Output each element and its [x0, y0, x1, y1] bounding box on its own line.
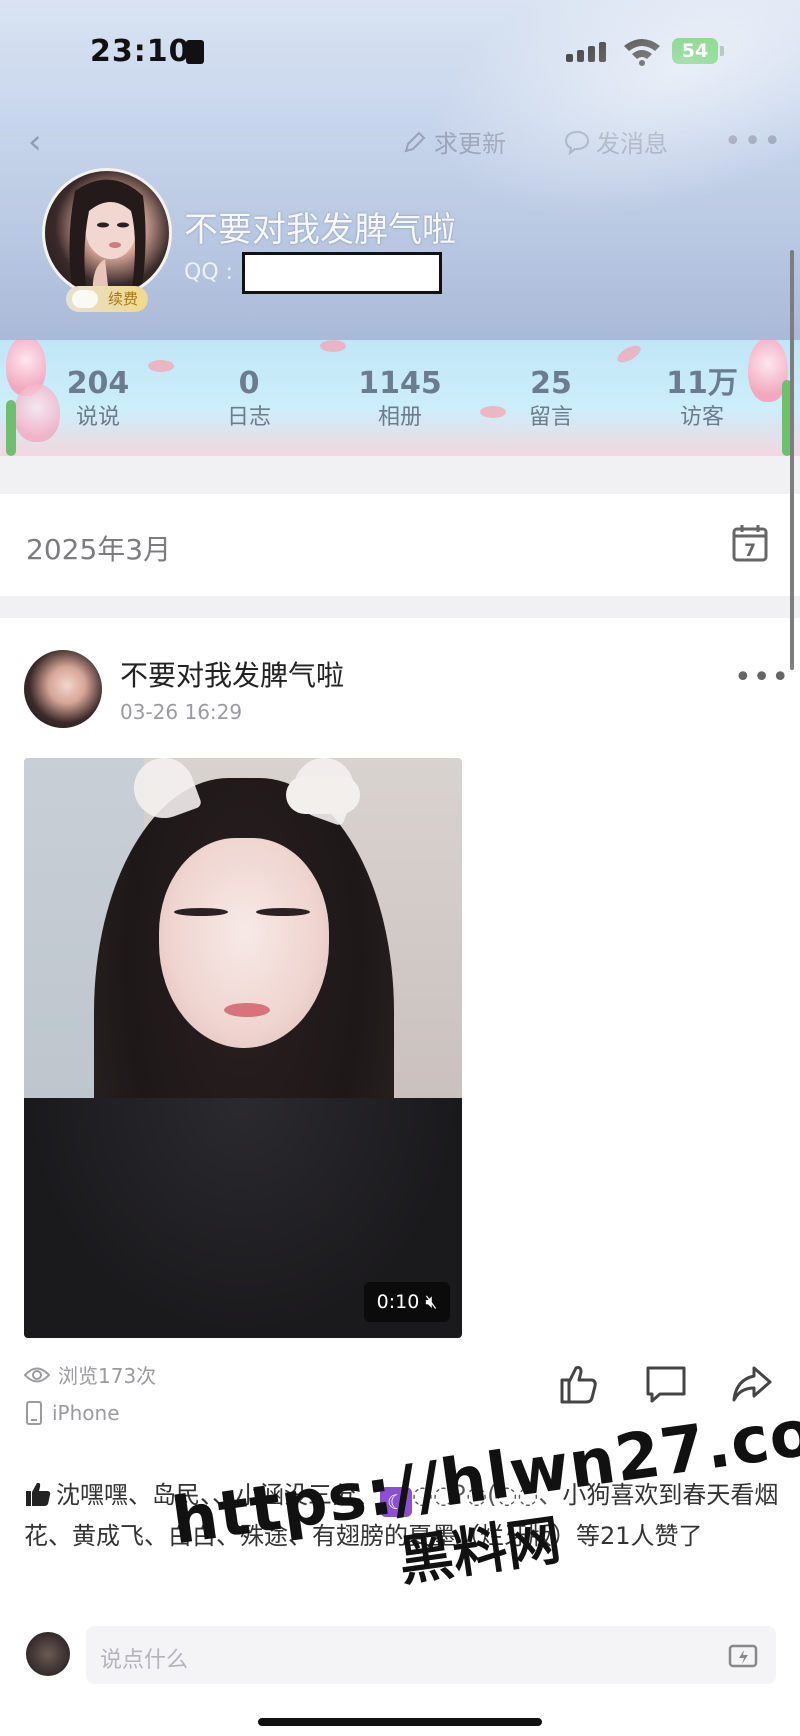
back-icon[interactable]: ‹ [28, 122, 58, 162]
stat-label: 相册 [377, 405, 422, 430]
video-duration-badge[interactable]: 0:10 🔇︎ [364, 1282, 450, 1322]
post-video[interactable]: 0:10 🔇︎ [24, 758, 462, 1338]
stat-posts[interactable]: 204 说说 [38, 366, 158, 434]
vip-renew-label: 续费 [107, 290, 138, 308]
comment-bar: 说点什么 [0, 1618, 800, 1698]
comment-placeholder: 说点什么 [100, 1648, 189, 1673]
stat-messages[interactable]: 25 留言 [491, 366, 611, 434]
qq-number-label: QQ : [184, 260, 234, 285]
eye-icon [24, 1367, 50, 1382]
stat-visitors[interactable]: 11万 访客 [642, 366, 762, 434]
petal-decoration [320, 340, 346, 352]
month-header: 2025年3月 7 [0, 494, 800, 596]
stat-label: 访客 [679, 405, 724, 430]
profile-name: 不要对我发脾气啦 [184, 210, 456, 250]
cellular-signal-icon [566, 40, 610, 62]
stats-banner: 204 说说 0 日志 1145 相册 25 留言 11万 访客 [0, 340, 800, 456]
stat-albums[interactable]: 1145 相册 [340, 366, 460, 434]
qq-number-redaction [242, 252, 442, 294]
request-update-label: 求更新 [434, 130, 506, 158]
status-time: 23:10 [90, 34, 191, 69]
profile-avatar[interactable] [42, 168, 172, 298]
profile-header: 23:10 54 ‹ 求更新 发消息 ••• 续费 不要对我发脾气啦 QQ: [0, 0, 800, 340]
request-update-button[interactable]: 求更新 [402, 124, 506, 159]
focus-icon [186, 40, 204, 64]
vip-level-icon [72, 290, 98, 308]
top-nav: ‹ 求更新 发消息 ••• [0, 112, 800, 172]
stat-value: 0 [238, 366, 260, 401]
video-duration: 0:10 [376, 1291, 420, 1313]
stat-label: 说说 [75, 405, 120, 430]
view-count: 浏览173次 [58, 1364, 157, 1388]
post-author-name[interactable]: 不要对我发脾气啦 [120, 654, 344, 694]
comment-input[interactable] [86, 1626, 776, 1684]
share-icon[interactable] [730, 1362, 774, 1406]
home-indicator[interactable] [258, 1718, 542, 1726]
phone-icon [26, 1401, 42, 1425]
pencil-icon [404, 131, 426, 152]
stat-value: 11万 [666, 366, 738, 401]
like-icon[interactable] [556, 1362, 600, 1406]
status-bar: 23:10 54 [0, 0, 800, 100]
stat-label: 日志 [226, 405, 271, 430]
video-subject-eye [256, 908, 310, 916]
avatar-portrait [69, 179, 146, 295]
send-message-button[interactable]: 发消息 [564, 124, 668, 159]
comment-icon[interactable] [644, 1362, 688, 1406]
video-subject-eye [174, 908, 228, 916]
stat-label: 留言 [528, 405, 573, 430]
calendar-icon[interactable]: 7 [732, 524, 768, 562]
post-timestamp: 03-26 16:29 [120, 700, 243, 724]
stat-value: 1145 [358, 366, 442, 401]
post-author-avatar[interactable] [24, 650, 102, 728]
current-user-avatar [26, 1632, 70, 1676]
month-label: 2025年3月 [26, 533, 172, 566]
leaf-decoration [6, 400, 16, 456]
vip-renew-badge[interactable]: 续费 [66, 286, 148, 312]
battery-tip [720, 46, 724, 56]
send-message-label: 发消息 [596, 130, 668, 158]
video-subject-lips [224, 1003, 270, 1017]
post-more-icon[interactable]: ••• [734, 660, 790, 695]
device-name: iPhone [52, 1401, 120, 1425]
more-options-icon[interactable]: ••• [724, 124, 783, 159]
petal-decoration [614, 342, 644, 366]
chat-bubble-icon [564, 130, 590, 155]
muted-speaker-icon[interactable]: 🔇︎ [425, 1291, 437, 1313]
sticker-icon[interactable] [728, 1644, 758, 1670]
calendar-day: 7 [744, 541, 756, 561]
stat-value: 25 [530, 366, 572, 401]
stat-blogs[interactable]: 0 日志 [189, 366, 309, 434]
hair-clip [286, 776, 360, 814]
wifi-icon [624, 39, 660, 66]
filled-like-icon [26, 1482, 51, 1506]
device-row: iPhone [24, 1400, 120, 1426]
view-count-row: 浏览173次 [24, 1360, 156, 1389]
stat-value: 204 [66, 366, 130, 401]
scrollbar[interactable] [790, 250, 794, 670]
battery-indicator: 54 [672, 38, 718, 64]
